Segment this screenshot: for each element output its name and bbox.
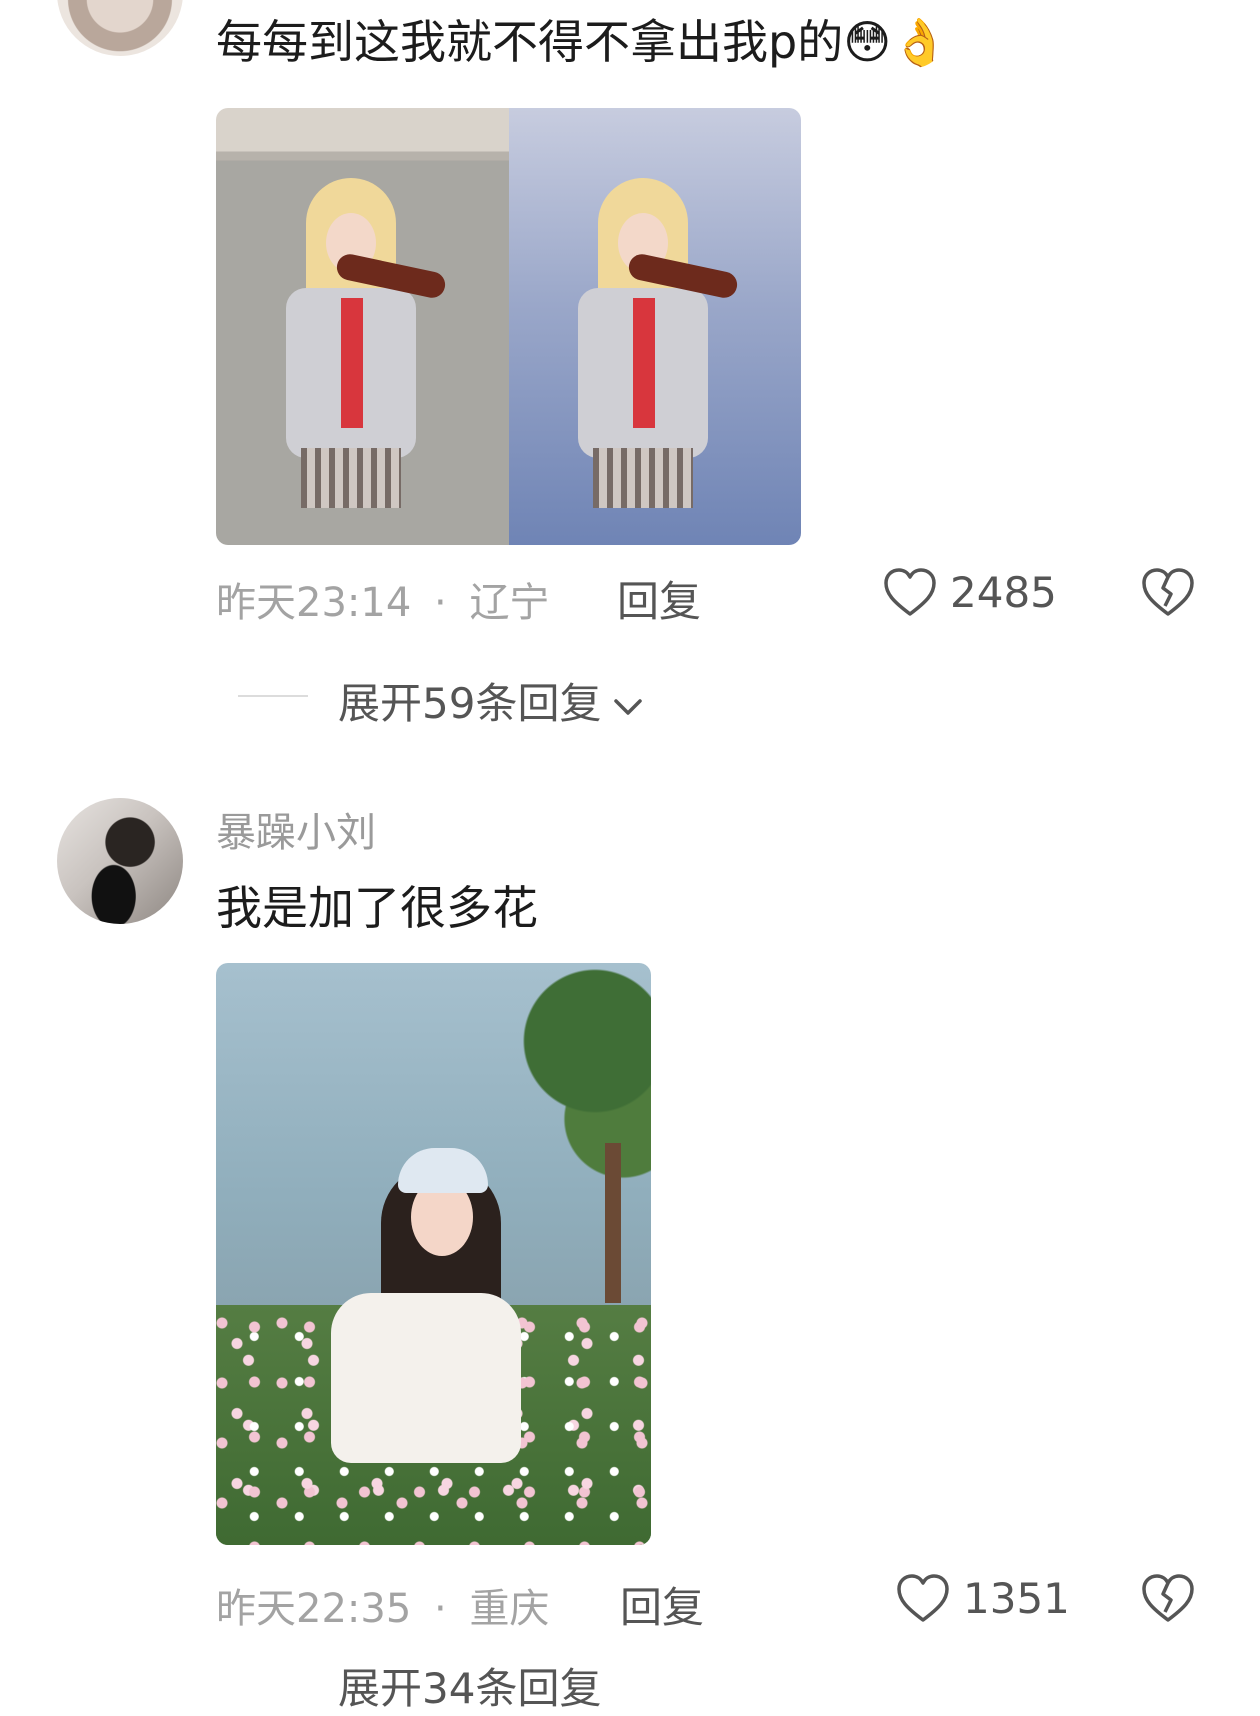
broken-heart-icon[interactable] [1140,566,1196,618]
comment-image[interactable] [216,963,651,1545]
heart-outline-icon[interactable] [895,1572,951,1624]
comment-location: 辽宁 [469,580,550,626]
comment-text: 我是加了很多花 [216,881,538,935]
meta-separator: · [434,580,447,626]
broken-heart-icon[interactable] [1140,1572,1196,1624]
comment-meta: 昨天23:14 · 辽宁 [216,570,549,628]
comment-location: 重庆 [469,1586,550,1632]
comment-time: 昨天22:35 [216,1586,412,1632]
reply-button[interactable]: 回复 [620,1574,704,1635]
expand-divider [238,695,308,697]
expand-replies-button[interactable]: 展开59条回复 [338,670,645,731]
like-count: 1351 [963,1574,1070,1623]
meta-separator: · [434,1586,447,1632]
expand-replies-button[interactable]: 展开34条回复 [338,1655,601,1716]
like-count: 2485 [950,568,1057,617]
comment-text: 每每到这我就不得不拿出我p的😳👌 [216,15,949,69]
comment-time: 昨天23:14 [216,580,412,626]
username[interactable]: 暴躁小刘 [216,800,376,858]
comment-meta: 昨天22:35 · 重庆 [216,1576,549,1634]
chevron-down-icon [611,695,645,719]
comment-image[interactable] [216,108,801,545]
heart-outline-icon[interactable] [882,566,938,618]
emoji-flushed-icon: 😳 [843,15,892,69]
emoji-ok-hand-icon: 👌 [891,15,949,69]
user-avatar[interactable] [57,798,183,924]
reply-button[interactable]: 回复 [617,568,701,629]
user-avatar[interactable] [57,0,183,56]
